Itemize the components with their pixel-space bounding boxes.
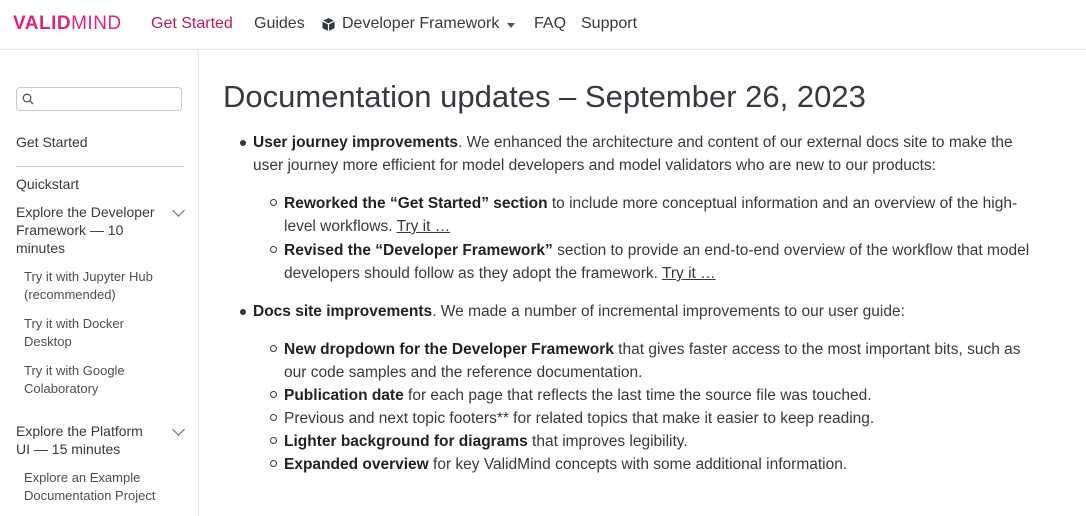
section-title-line: Explore the Developer [16, 204, 155, 220]
sub-bullet [270, 246, 277, 253]
bold-label: New dropdown for the Developer Framework [284, 341, 614, 358]
caret-down-icon [507, 22, 516, 28]
item-line: Try it with Google [24, 363, 125, 378]
sidebar: Get Started Quickstart Explore the Devel… [0, 51, 199, 516]
item-line: Documentation Project [24, 488, 156, 503]
sub-bullet [270, 414, 277, 421]
text: . We made a number of incremental improv… [432, 303, 905, 320]
sidebar-item-get-started[interactable]: Get Started [16, 133, 88, 151]
section-title-line: Framework — 10 [16, 222, 124, 238]
bold-label: Reworked the “Get Started” section [284, 195, 548, 212]
text: that gives faster access to the most imp… [613, 341, 1021, 358]
sub-bullet [270, 199, 277, 206]
item-line: Desktop [24, 334, 72, 349]
item-line: Colaboratory [24, 381, 99, 396]
bullet-user-journey: User journey improvements. We enhanced t… [253, 131, 1013, 154]
text: Previous and next topic footers** for re… [284, 410, 875, 427]
sidebar-section-developer-framework[interactable]: Explore the Developer Framework — 10 min… [16, 203, 171, 257]
sidebar-divider [16, 166, 184, 167]
section-title-line: Explore the Platform [16, 423, 143, 439]
nav-guides[interactable]: Guides [254, 15, 305, 33]
try-it-link[interactable]: Try it … [397, 218, 451, 235]
sub-item-developer-framework: Revised the “Developer Framework” sectio… [284, 239, 1029, 262]
text: to include more conceptual information a… [547, 195, 1018, 212]
sub-item-lighter-background: Lighter background for diagrams that imp… [284, 430, 688, 453]
bold-label: Expanded overview [284, 456, 429, 473]
nav-developer-framework-label: Developer Framework [342, 15, 500, 32]
sidebar-item-google-colaboratory[interactable]: Try it with Google Colaboratory [24, 362, 125, 398]
text: section to provide an end-to-end overvie… [552, 242, 1030, 259]
section-title-line: minutes [16, 240, 66, 256]
chevron-down-icon[interactable] [172, 423, 185, 436]
sub-item-new-dropdown: New dropdown for the Developer Framework… [284, 338, 1021, 361]
search-input[interactable] [37, 90, 181, 110]
sub-bullet [270, 460, 277, 467]
chevron-down-icon[interactable] [172, 204, 185, 217]
sub-item-line: level workflows. Try it … [284, 215, 450, 238]
search-box[interactable] [16, 87, 182, 111]
section-title-line: UI — 15 minutes [16, 441, 121, 457]
nav-support[interactable]: Support [581, 15, 637, 33]
text: developers should follow as they adopt t… [284, 265, 662, 282]
item-line: (recommended) [24, 287, 116, 302]
text-line: user journey more efficient for model de… [253, 157, 936, 174]
page-title: Documentation updates – September 26, 20… [223, 79, 866, 114]
sub-item-publication-date: Publication date for each page that refl… [284, 384, 872, 407]
sidebar-item-docker-desktop[interactable]: Try it with Docker Desktop [24, 315, 124, 351]
text: . We enhanced the architecture and conte… [458, 134, 1013, 151]
item-line: Try it with Docker [24, 316, 124, 331]
item-line: Explore an Example [24, 470, 141, 485]
top-navbar: VALIDMIND Get Started Guides Developer F… [0, 0, 1086, 50]
sub-item-expanded-overview: Expanded overview for key ValidMind conc… [284, 453, 847, 476]
nav-get-started[interactable]: Get Started [151, 15, 233, 33]
sidebar-item-quickstart[interactable]: Quickstart [16, 175, 79, 193]
nav-faq[interactable]: FAQ [534, 15, 566, 33]
text: that improves legibility. [527, 433, 688, 450]
sub-item-get-started: Reworked the “Get Started” section to in… [284, 192, 1017, 215]
sub-bullet [270, 345, 277, 352]
sub-bullet [270, 437, 277, 444]
nav-developer-framework-dropdown[interactable]: Developer Framework [321, 15, 516, 33]
sidebar-section-platform-ui[interactable]: Explore the Platform UI — 15 minutes [16, 422, 171, 458]
bold-label: Revised the “Developer Framework” [284, 242, 553, 259]
cube-icon [322, 17, 335, 31]
bold-label: Docs site improvements [253, 303, 433, 320]
bullet [240, 140, 246, 146]
search-icon [22, 93, 34, 105]
sub-item-line: our code samples and the reference docum… [284, 364, 643, 381]
bold-label: Lighter background for diagrams [284, 433, 528, 450]
text: for key ValidMind concepts with some add… [428, 456, 848, 473]
sub-item-topic-footers: Previous and next topic footers** for re… [284, 407, 874, 430]
bullet [240, 309, 246, 315]
sidebar-item-example-documentation-project[interactable]: Explore an Example Documentation Project [24, 469, 156, 505]
sidebar-item-jupyter-hub[interactable]: Try it with Jupyter Hub (recommended) [24, 268, 153, 304]
sub-item-line: developers should follow as they adopt t… [284, 262, 716, 285]
text: level workflows. [284, 218, 397, 235]
text: for each page that reflects the last tim… [403, 387, 872, 404]
validmind-logo[interactable]: VALIDMIND [13, 13, 122, 35]
item-line: Try it with Jupyter Hub [24, 269, 153, 284]
sub-bullet [270, 391, 277, 398]
try-it-link[interactable]: Try it … [662, 265, 716, 282]
bullet-docs-site: Docs site improvements. We made a number… [253, 300, 905, 323]
bold-label: User journey improvements [253, 134, 459, 151]
bold-label: Publication date [284, 387, 404, 404]
